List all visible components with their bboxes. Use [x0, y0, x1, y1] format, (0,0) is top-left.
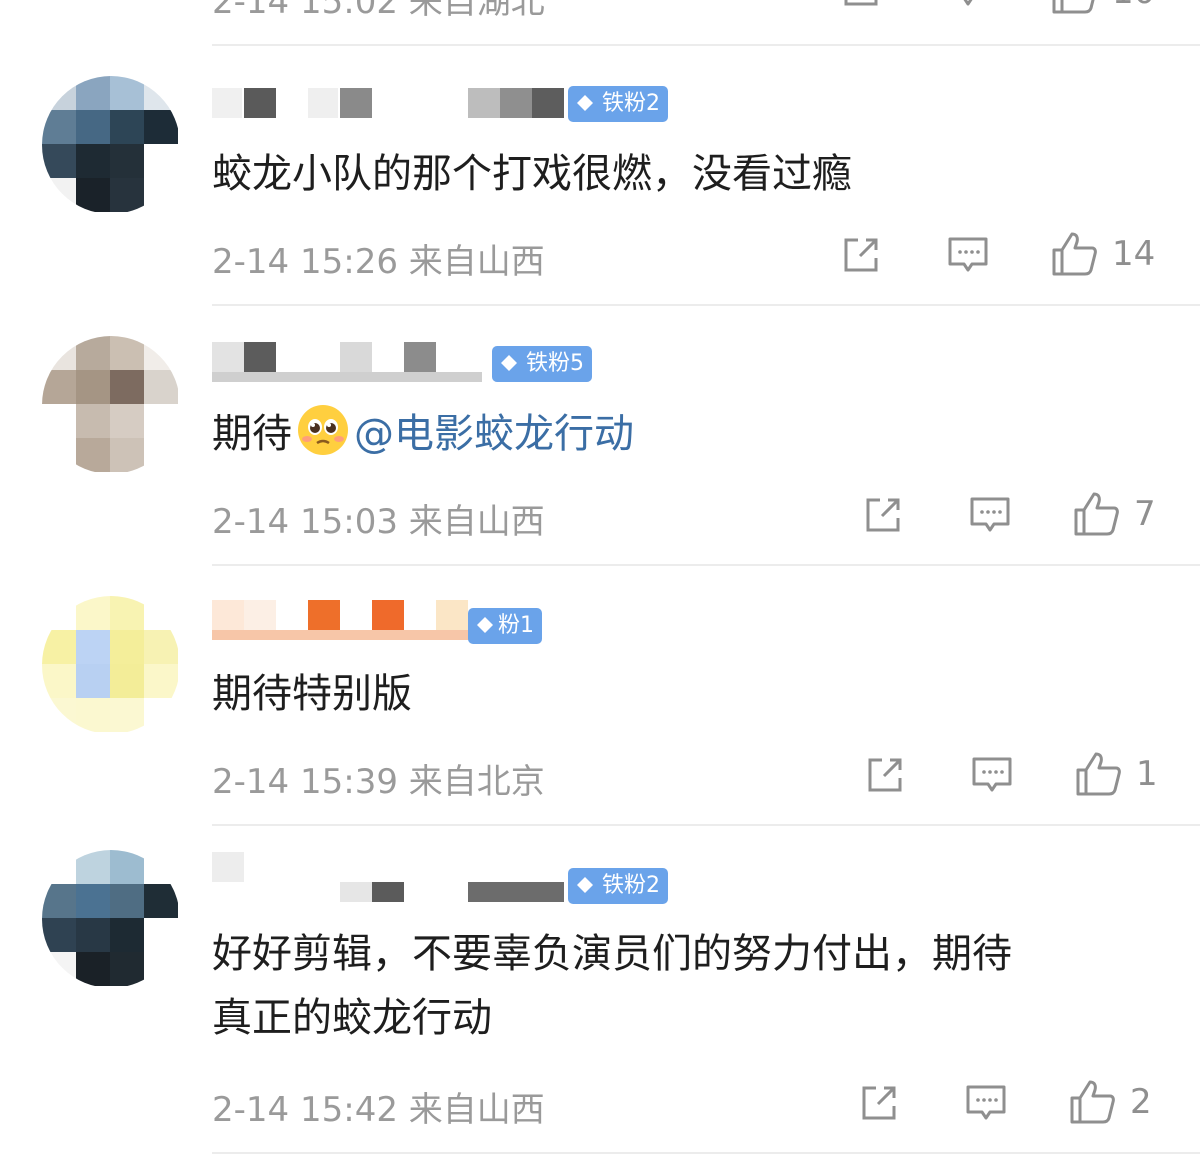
- like-button[interactable]: 1: [1074, 750, 1158, 798]
- reply-button[interactable]: [946, 0, 990, 10]
- comment-meta: 2-14 15:03 来自山西 7: [212, 490, 1172, 542]
- fan-level-badge[interactable]: 粉1: [468, 608, 542, 644]
- share-button[interactable]: [840, 234, 882, 276]
- comment-text: 期待 @电影蛟龙行动: [212, 402, 1152, 466]
- divider: [212, 1152, 1200, 1154]
- like-count: 2: [1130, 1082, 1152, 1122]
- like-button[interactable]: 2: [1068, 1078, 1152, 1126]
- comment-icon: [972, 757, 1012, 792]
- like-count: 10: [1112, 0, 1155, 12]
- comment-meta: 2-14 15:26 来自山西 14: [212, 230, 1172, 282]
- divider: [212, 304, 1200, 306]
- share-icon: [844, 0, 878, 6]
- comment-timestamp-location: 2-14 15:03 来自山西: [212, 502, 545, 542]
- reply-button[interactable]: [968, 494, 1012, 536]
- like-button[interactable]: 10: [1050, 0, 1155, 16]
- thumbs-up-icon: [1052, 0, 1095, 14]
- share-button[interactable]: [864, 754, 906, 796]
- comment-text: 好好剪辑，不要辜负演员们的努力付出，期待 真正的蛟龙行动: [212, 931, 1012, 1041]
- share-button[interactable]: [840, 0, 882, 10]
- avatar[interactable]: [42, 76, 180, 214]
- share-icon: [868, 758, 902, 792]
- comment-timestamp-location: 2-14 15:02 来自湖北: [212, 0, 545, 22]
- thumbs-up-icon: [1074, 492, 1119, 536]
- mention-link[interactable]: @电影蛟龙行动: [354, 411, 634, 457]
- thumbs-up-icon: [1076, 752, 1121, 796]
- comment-meta: 2-14 15:42 来自山西 2: [212, 1078, 1172, 1130]
- fan-level-badge[interactable]: 铁粉2: [568, 86, 668, 122]
- diamond-icon: [477, 617, 493, 633]
- like-count: 1: [1136, 754, 1158, 794]
- comment-meta: 2-14 15:39 来自北京 1: [212, 750, 1172, 802]
- like-button[interactable]: 14: [1050, 230, 1155, 278]
- divider: [212, 824, 1200, 826]
- comment-text: 蛟龙小队的那个打戏很燃，没看过瘾: [212, 151, 852, 197]
- pleading-face-emoji: [298, 405, 348, 455]
- diamond-icon: [577, 877, 593, 893]
- username-redacted[interactable]: [212, 342, 732, 382]
- comment-icon: [948, 237, 988, 272]
- divider: [212, 44, 1200, 46]
- divider: [212, 564, 1200, 566]
- comment-timestamp-location: 2-14 15:26 来自山西: [212, 242, 545, 282]
- thumbs-up-icon: [1052, 232, 1097, 276]
- reply-button[interactable]: [970, 754, 1014, 796]
- comment-text: 期待特别版: [212, 671, 412, 717]
- comment-timestamp-location: 2-14 15:39 来自北京: [212, 762, 545, 802]
- diamond-icon: [501, 355, 517, 371]
- like-count: 7: [1134, 494, 1156, 534]
- thumbs-up-icon: [1070, 1080, 1115, 1124]
- reply-button[interactable]: [946, 234, 990, 276]
- share-button[interactable]: [858, 1082, 900, 1124]
- fan-level-badge[interactable]: 铁粉5: [492, 346, 592, 382]
- comment-icon: [966, 1085, 1006, 1120]
- reply-button[interactable]: [964, 1082, 1008, 1124]
- avatar[interactable]: [42, 336, 180, 474]
- share-icon: [862, 1086, 896, 1120]
- previous-comment-meta: 2-14 15:02 来自湖北 10: [212, 0, 1172, 22]
- comment-icon: [963, 0, 973, 6]
- comment-icon: [970, 497, 1010, 532]
- fan-level-badge[interactable]: 铁粉2: [568, 868, 668, 904]
- share-icon: [866, 498, 900, 532]
- like-button[interactable]: 7: [1072, 490, 1156, 538]
- avatar[interactable]: [42, 850, 180, 988]
- comment-timestamp-location: 2-14 15:42 来自山西: [212, 1090, 545, 1130]
- like-count: 14: [1112, 234, 1156, 274]
- share-button[interactable]: [862, 494, 904, 536]
- avatar[interactable]: [42, 596, 180, 734]
- diamond-icon: [577, 95, 593, 111]
- share-icon: [844, 238, 878, 272]
